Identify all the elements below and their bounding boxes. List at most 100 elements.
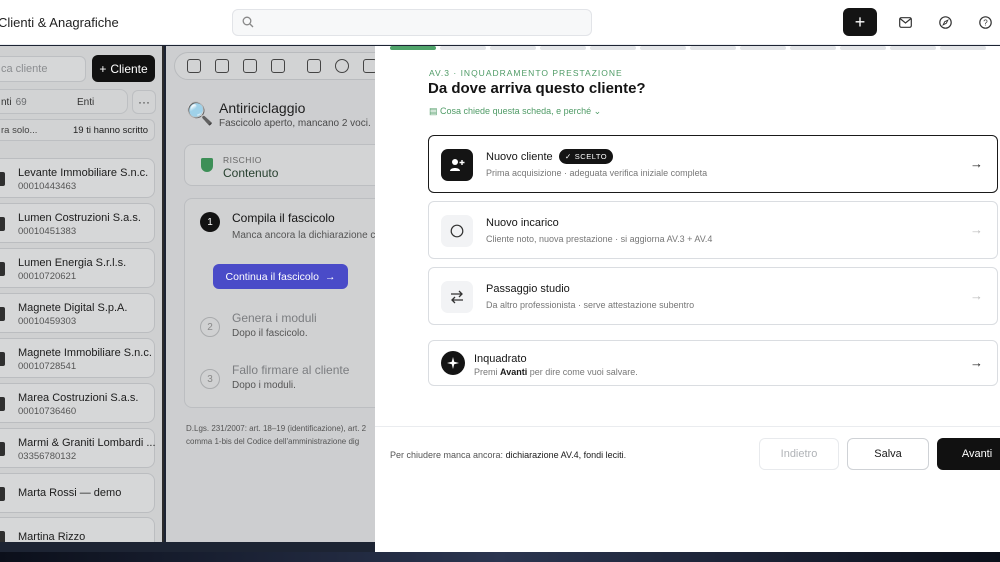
framed-title: Inquadrato bbox=[474, 353, 527, 365]
archive-icon[interactable] bbox=[215, 59, 229, 73]
legal-footnote: D.Lgs. 231/2007: art. 18–19 (identificaz… bbox=[186, 424, 367, 446]
client-name: Marmi & Graniti Lombardi ... bbox=[18, 437, 156, 449]
svg-text:?: ? bbox=[983, 18, 988, 27]
mail-icon bbox=[898, 16, 912, 28]
option-new-engagement[interactable]: Nuovo incarico Cliente noto, nuova prest… bbox=[428, 201, 998, 259]
step-desc: Dopo il fascicolo. bbox=[232, 328, 308, 339]
client-id: 00010459303 bbox=[18, 316, 77, 327]
step-number: 2 bbox=[200, 317, 220, 337]
progress-segment bbox=[790, 46, 836, 50]
case-title: Antiriciclaggio bbox=[219, 100, 306, 116]
calendar-icon[interactable] bbox=[271, 59, 285, 73]
option-desc: Cliente noto, nuova prestazione · si agg… bbox=[486, 234, 713, 244]
wizard-drawer: AV.3 · INQUADRAMENTO PRESTAZIONE Da dove… bbox=[375, 46, 1000, 552]
client-list-item[interactable]: Lumen Costruzioni S.a.s. 00010451383 bbox=[0, 203, 155, 243]
progress-segment bbox=[940, 46, 986, 50]
progress-segment bbox=[490, 46, 536, 50]
option-studio-transfer[interactable]: Passaggio studio Da altro professionista… bbox=[428, 267, 998, 325]
option-desc: Da altro professionista · serve attestaz… bbox=[486, 300, 695, 310]
option-desc: Prima acquisizione · adeguata verifica i… bbox=[486, 168, 708, 178]
building-icon bbox=[0, 487, 5, 501]
document-icon: ▤ bbox=[429, 106, 438, 116]
chat-icon[interactable] bbox=[335, 59, 349, 73]
option-new-client[interactable]: Nuovo cliente ✓ SCELTO Prima acquisizione… bbox=[428, 135, 998, 193]
step-number: 3 bbox=[200, 369, 220, 389]
building-icon bbox=[0, 442, 5, 456]
top-bar: Clienti & Anagrafiche + ? bbox=[0, 0, 1000, 45]
progress-segment bbox=[440, 46, 486, 50]
client-name: Lumen Energia S.r.l.s. bbox=[18, 257, 127, 269]
app-title: Clienti & Anagrafiche bbox=[0, 15, 119, 30]
arrow-right-icon: → bbox=[970, 156, 983, 171]
progress-segment bbox=[640, 46, 686, 50]
building-icon bbox=[0, 172, 5, 186]
progress-segment bbox=[590, 46, 636, 50]
client-name: Levante Immobiliare S.n.c. bbox=[18, 167, 149, 179]
option-title: Nuovo cliente bbox=[486, 151, 553, 163]
step-title: Compila il fascicolo bbox=[232, 211, 335, 225]
option-title: Nuovo incarico bbox=[486, 217, 559, 229]
client-list-item[interactable]: Marta Rossi — demo bbox=[0, 473, 155, 513]
step-desc: Dopo i moduli. bbox=[232, 380, 296, 391]
client-filter-tabs: nti 69 Enti bbox=[0, 89, 128, 114]
explore-button[interactable] bbox=[928, 8, 962, 36]
building-icon bbox=[0, 352, 5, 366]
document-icon[interactable] bbox=[243, 59, 257, 73]
client-name: Lumen Costruzioni S.a.s. bbox=[18, 212, 141, 224]
progress-segment bbox=[840, 46, 886, 50]
next-button[interactable]: Avanti bbox=[937, 438, 1000, 470]
sparkle-icon bbox=[441, 351, 465, 375]
step-number: 1 bbox=[200, 212, 220, 232]
client-id: 03356780132 bbox=[18, 451, 77, 462]
add-client-button[interactable]: + Cliente bbox=[92, 55, 155, 82]
global-search-input[interactable] bbox=[232, 9, 592, 36]
client-list-panel: ca cliente + Cliente nti 69 Enti ··· ra so… bbox=[0, 46, 164, 542]
client-id: 00010720621 bbox=[18, 271, 77, 282]
chevron-down-icon: ⌄ bbox=[593, 106, 602, 116]
client-search-input[interactable]: ca cliente bbox=[0, 56, 86, 82]
tab-all-clients[interactable]: nti 69 bbox=[1, 97, 27, 108]
client-name: Marta Rossi — demo bbox=[18, 487, 122, 499]
building-icon bbox=[0, 217, 5, 231]
client-name: Magnete Digital S.p.A. bbox=[18, 302, 128, 314]
help-link[interactable]: ▤ Cosa chiede questa scheda, e perché ⌄ bbox=[429, 106, 601, 117]
people-icon[interactable] bbox=[187, 59, 201, 73]
continue-case-button[interactable]: Continua il fascicolo → bbox=[213, 264, 348, 289]
back-button[interactable]: Indietro bbox=[759, 438, 839, 470]
mail-button[interactable] bbox=[888, 8, 922, 36]
client-list-item[interactable]: Martina Rizzo bbox=[0, 517, 155, 542]
client-list-item[interactable]: Levante Immobiliare S.n.c. 00010443463 bbox=[0, 158, 155, 198]
framed-summary-card[interactable]: Inquadrato Premi Avanti per dire come vu… bbox=[428, 340, 998, 386]
show-only-filter[interactable]: ra solo... 19 ti hanno scritto bbox=[0, 119, 155, 141]
desktop-taskbar-edge bbox=[0, 552, 1000, 562]
tab-entities[interactable]: Enti bbox=[77, 97, 94, 108]
building-icon bbox=[0, 307, 5, 321]
arrow-right-icon: → bbox=[970, 288, 983, 303]
shield-icon bbox=[201, 158, 213, 172]
wizard-progress bbox=[390, 46, 986, 51]
progress-segment bbox=[740, 46, 786, 50]
step-title: Fallo firmare al cliente bbox=[232, 363, 350, 377]
client-list-item[interactable]: Marea Costruzioni S.a.s. 00010736460 bbox=[0, 383, 155, 423]
save-button[interactable]: Salva bbox=[847, 438, 929, 470]
client-list-item[interactable]: Magnete Immobiliare S.n.c. 00010728541 bbox=[0, 338, 155, 378]
step-title: Genera i moduli bbox=[232, 311, 317, 325]
arrow-right-icon: → bbox=[324, 270, 336, 283]
option-title: Passaggio studio bbox=[486, 283, 570, 295]
client-list-item[interactable]: Lumen Energia S.r.l.s. 00010720621 bbox=[0, 248, 155, 288]
case-subtitle: Fascicolo aperto, mancano 2 voci. bbox=[219, 118, 371, 129]
building-icon bbox=[0, 262, 5, 276]
user-plus-icon bbox=[441, 149, 473, 181]
client-id: 00010728541 bbox=[18, 361, 77, 372]
client-list-item[interactable]: Magnete Digital S.p.A. 00010459303 bbox=[0, 293, 155, 333]
progress-segment bbox=[890, 46, 936, 50]
search-icon bbox=[242, 16, 254, 28]
flag-icon[interactable] bbox=[307, 59, 321, 73]
help-button[interactable]: ? bbox=[968, 8, 1000, 36]
new-item-button[interactable]: + bbox=[843, 8, 877, 36]
case-steps: 1 Compila il fascicolo Manca ancora la d… bbox=[184, 198, 376, 408]
progress-segment bbox=[540, 46, 586, 50]
risk-value: Contenuto bbox=[223, 166, 279, 180]
client-list-item[interactable]: Marmi & Graniti Lombardi ... 03356780132 bbox=[0, 428, 156, 468]
more-options-button[interactable]: ··· bbox=[132, 90, 156, 114]
